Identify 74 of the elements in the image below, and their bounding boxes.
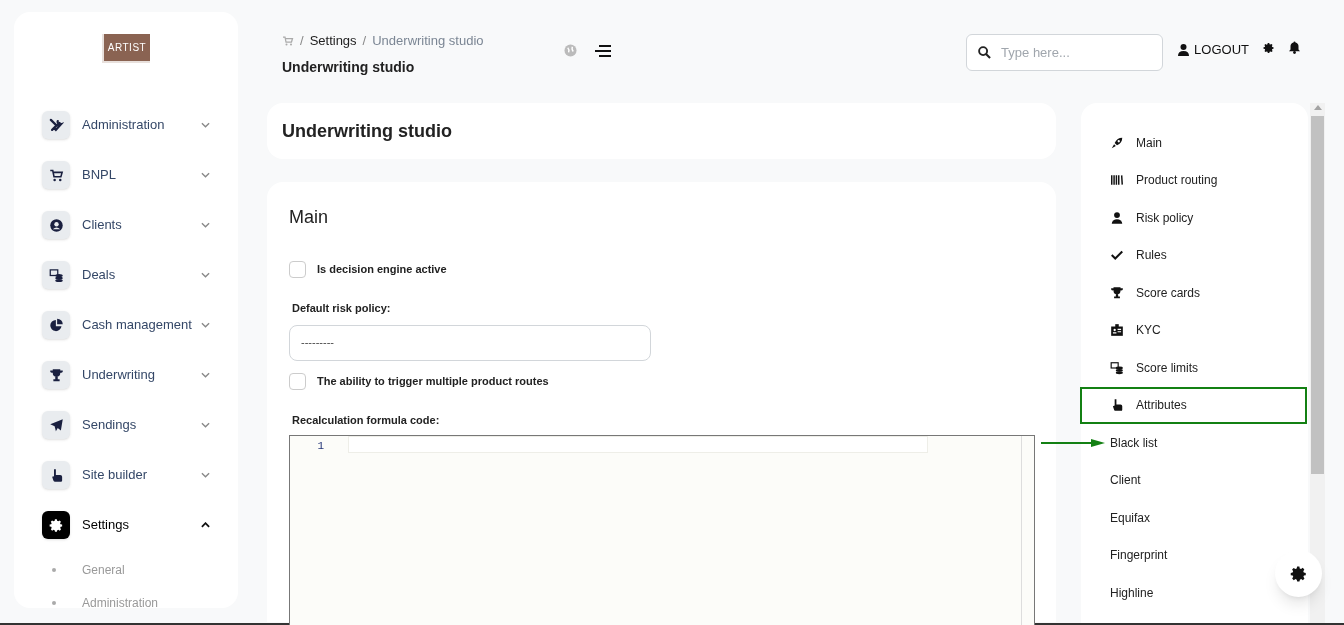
line-number: 1: [317, 439, 324, 453]
checkbox-label: Is decision engine active: [317, 262, 447, 278]
field-label: Default risk policy:: [292, 301, 392, 316]
search-icon: [978, 46, 992, 59]
section-nav-item[interactable]: Product routing: [1110, 165, 1218, 196]
section-nav-item[interactable]: Client: [1110, 465, 1141, 496]
paper-plane-icon: [48, 417, 64, 433]
checkbox[interactable]: [289, 372, 306, 390]
coins-icon: [48, 267, 64, 283]
trophy-icon: [1110, 285, 1124, 300]
section-nav-item[interactable]: Main: [1110, 127, 1162, 158]
section-nav-item[interactable]: Equifax: [1110, 502, 1151, 533]
sidebar-item[interactable]: Deals: [42, 257, 210, 293]
coins-icon: [1110, 360, 1124, 375]
user-icon: [1178, 43, 1190, 56]
chevron-icon: [201, 372, 210, 378]
section-nav-item[interactable]: Score limits: [1110, 352, 1198, 383]
chevron-icon: [201, 472, 210, 478]
section-nav-item[interactable]: Highline: [1110, 577, 1154, 608]
sidebar-item[interactable]: Clients: [42, 207, 210, 243]
chevron-icon: [201, 422, 210, 428]
bullet-icon: [52, 567, 56, 572]
logout-button[interactable]: LOGOUT: [1178, 40, 1249, 60]
section-nav-item[interactable]: Risk policy: [1110, 202, 1194, 233]
settings-icon[interactable]: [1263, 42, 1275, 54]
id-card-icon: [1110, 323, 1124, 338]
search-field[interactable]: Type here...: [966, 34, 1164, 71]
bullet-icon: [52, 600, 56, 605]
barcode-lines-icon: [1110, 173, 1124, 188]
breadcrumb-separator: /: [300, 32, 304, 50]
studio-title: Underwriting studio: [282, 119, 452, 143]
page-title: Underwriting studio: [282, 57, 416, 77]
section-nav-item[interactable]: Black list: [1041, 427, 1158, 458]
sidebar-item[interactable]: Administration: [42, 107, 210, 143]
annotation-arrow: [1041, 438, 1105, 447]
section-title: Main: [289, 206, 329, 229]
sidebar-item[interactable]: Underwriting: [42, 357, 210, 393]
sidebar-item[interactable]: Settings: [42, 507, 210, 543]
sidebar-item[interactable]: Cash management: [42, 307, 210, 343]
trophy-icon: [48, 367, 64, 383]
settings-icon: [48, 517, 64, 533]
section-nav-item[interactable]: Attributes: [1080, 386, 1307, 424]
user-icon: [1110, 210, 1124, 225]
user-icon: [48, 217, 64, 233]
section-nav-item[interactable]: KYC: [1110, 315, 1161, 346]
pointing-hand-icon: [1110, 398, 1124, 413]
sidebar-item[interactable]: Site builder: [42, 457, 210, 493]
select-field[interactable]: ---------: [289, 324, 651, 361]
chevron-icon: [201, 122, 210, 128]
scrollbar[interactable]: [1310, 103, 1325, 623]
checkbox-label: The ability to trigger multiple product routes: [317, 373, 549, 389]
section-nav-item[interactable]: Fingerprint: [1110, 540, 1168, 571]
breadcrumb-separator: /: [362, 32, 367, 50]
breadcrumb-link[interactable]: Settings: [309, 31, 357, 51]
cart-icon: [48, 167, 64, 183]
rocket-icon: [1110, 135, 1124, 150]
chevron-icon: [201, 322, 210, 328]
sidebar-item[interactable]: BNPL: [42, 157, 210, 193]
code-editor[interactable]: 1: [289, 435, 1035, 625]
settings-icon: [1289, 564, 1308, 583]
logo: ARTIST: [102, 34, 150, 63]
chevron-icon: [201, 172, 210, 178]
field-label: Recalculation formula code:: [292, 412, 441, 428]
section-nav-item[interactable]: Rules: [1110, 240, 1167, 271]
checkbox[interactable]: [289, 261, 306, 278]
chevron-icon: [201, 272, 210, 278]
sidebar-item[interactable]: Sendings: [42, 407, 210, 443]
bell-icon[interactable]: [1289, 41, 1300, 54]
pie-chart-icon: [48, 317, 64, 333]
check-icon: [1110, 248, 1124, 263]
section-nav-item[interactable]: Score cards: [1110, 277, 1201, 308]
chevron-icon: [201, 522, 210, 528]
chevron-icon: [201, 222, 210, 228]
menu-icon[interactable]: [595, 45, 611, 57]
